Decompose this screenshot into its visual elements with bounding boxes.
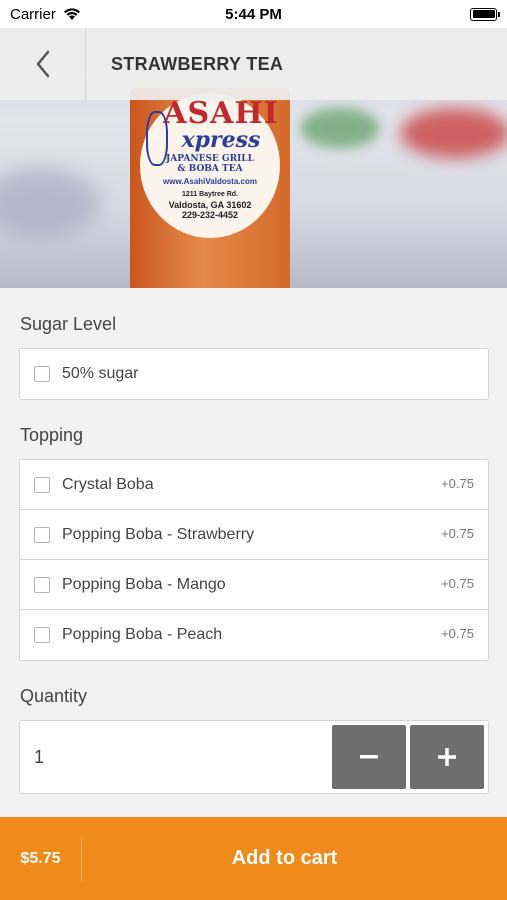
battery-icon bbox=[470, 7, 500, 21]
option-label: Popping Boba - Mango bbox=[62, 575, 226, 593]
plus-icon bbox=[438, 748, 456, 766]
logo-subtitle: JAPANESE GRILL & BOBA TEA bbox=[166, 154, 254, 174]
add-to-cart-button[interactable]: Add to cart bbox=[82, 847, 507, 870]
checkbox[interactable] bbox=[34, 366, 50, 382]
checkbox[interactable] bbox=[34, 627, 50, 643]
quantity-decrement-button[interactable] bbox=[332, 725, 406, 789]
option-label: 50% sugar bbox=[62, 365, 139, 382]
sugar-option-50[interactable]: 50% sugar bbox=[20, 349, 488, 399]
nav-header: STRAWBERRY TEA bbox=[0, 28, 507, 100]
page-title: STRAWBERRY TEA bbox=[111, 53, 284, 74]
logo-url: www.AsahiValdosta.com bbox=[163, 177, 257, 186]
option-label: Popping Boba - Peach bbox=[62, 626, 223, 643]
wifi-icon bbox=[63, 8, 80, 20]
option-label: Popping Boba - Strawberry bbox=[62, 525, 255, 543]
option-label: Crystal Boba bbox=[62, 475, 154, 493]
carrier-label: Carrier bbox=[10, 5, 56, 23]
topping-option-popping-peach[interactable]: Popping Boba - Peach +0.75 bbox=[20, 610, 488, 660]
topping-options: Crystal Boba +0.75 Popping Boba - Strawb… bbox=[19, 459, 489, 661]
logo-brand-bottom: xpress bbox=[181, 127, 261, 153]
seal-graphic bbox=[146, 111, 168, 166]
status-left: Carrier bbox=[10, 6, 82, 23]
back-button[interactable] bbox=[0, 28, 86, 100]
quantity-input[interactable] bbox=[20, 721, 330, 793]
option-price: +0.75 bbox=[441, 476, 474, 491]
topping-option-crystal-boba[interactable]: Crystal Boba +0.75 bbox=[20, 460, 488, 510]
quantity-increment-button[interactable] bbox=[410, 725, 484, 789]
checkbox[interactable] bbox=[34, 526, 50, 543]
logo-address: 1211 Baytree Rd. Valdosta, GA 31602 229-… bbox=[168, 191, 252, 220]
status-bar: Carrier 5:44 PM bbox=[0, 0, 507, 28]
logo-brand-top: ASAHI bbox=[163, 96, 279, 131]
cart-bar: $5.75 Add to cart bbox=[0, 817, 507, 900]
checkbox[interactable] bbox=[34, 576, 50, 593]
sugar-level-options: 50% sugar bbox=[19, 348, 489, 400]
cup-logo: ASAHI xpress JAPANESE GRILL & BOBA TEA w… bbox=[140, 93, 280, 238]
option-price: +0.75 bbox=[441, 526, 474, 541]
quantity-title: Quantity bbox=[20, 686, 88, 706]
chevron-left-icon bbox=[36, 50, 49, 78]
option-price: +0.75 bbox=[441, 626, 474, 641]
quantity-stepper bbox=[19, 720, 489, 794]
topping-title: Topping bbox=[20, 425, 84, 445]
checkbox[interactable] bbox=[34, 476, 50, 493]
minus-icon bbox=[360, 755, 378, 759]
sugar-level-title: Sugar Level bbox=[20, 314, 117, 334]
option-price: +0.75 bbox=[441, 576, 474, 591]
topping-option-popping-strawberry[interactable]: Popping Boba - Strawberry +0.75 bbox=[20, 510, 488, 560]
topping-option-popping-mango[interactable]: Popping Boba - Mango +0.75 bbox=[20, 560, 488, 610]
total-price: $5.75 bbox=[0, 836, 82, 881]
